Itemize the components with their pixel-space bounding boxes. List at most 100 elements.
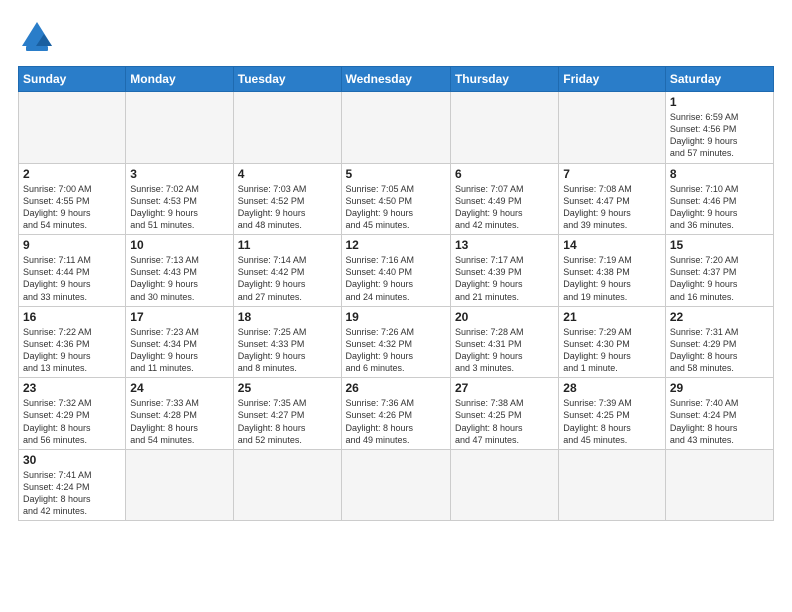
- day-number: 10: [130, 238, 228, 252]
- day-number: 15: [670, 238, 769, 252]
- calendar-cell: 22 Sunrise: 7:31 AM Sunset: 4:29 PM Dayli…: [665, 306, 773, 378]
- calendar-table: SundayMondayTuesdayWednesdayThursdayFrid…: [18, 66, 774, 521]
- day-info: Sunrise: 7:36 AM Sunset: 4:26 PM Dayligh…: [346, 397, 446, 446]
- day-info: Sunrise: 7:41 AM Sunset: 4:24 PM Dayligh…: [23, 469, 121, 518]
- calendar-cell: 24Sunrise: 7:33 AM Sunset: 4:28 PM Dayli…: [126, 378, 233, 450]
- calendar-cell: 9Sunrise: 7:11 AM Sunset: 4:44 PM Daylig…: [19, 235, 126, 307]
- calendar-cell: 17 Sunrise: 7:23 AM Sunset: 4:34 PM Dayli…: [126, 306, 233, 378]
- calendar-cell: 18Sunrise: 7:25 AM Sunset: 4:33 PM Dayli…: [233, 306, 341, 378]
- calendar-cell: 25 Sunrise: 7:35 AM Sunset: 4:27 PM Dayli…: [233, 378, 341, 450]
- day-number: 4: [238, 167, 337, 181]
- day-info: Sunrise: 7:10 AM Sunset: 4:46 PM Dayligh…: [670, 183, 769, 232]
- day-number: 17: [130, 310, 228, 324]
- day-number: 30: [23, 453, 121, 467]
- calendar-header-tuesday: Tuesday: [233, 67, 341, 92]
- day-info: Sunrise: 7:16 AM Sunset: 4:40 PM Dayligh…: [346, 254, 446, 303]
- day-number: 22: [670, 310, 769, 324]
- day-info: Sunrise: 7:05 AM Sunset: 4:50 PM Dayligh…: [346, 183, 446, 232]
- calendar-cell: [450, 449, 558, 521]
- day-number: 12: [346, 238, 446, 252]
- day-number: 29: [670, 381, 769, 395]
- day-info: Sunrise: 7:33 AM Sunset: 4:28 PM Dayligh…: [130, 397, 228, 446]
- day-number: 5: [346, 167, 446, 181]
- calendar-cell: 4 Sunrise: 7:03 AM Sunset: 4:52 PM Daylig…: [233, 163, 341, 235]
- day-info: Sunrise: 7:03 AM Sunset: 4:52 PM Dayligh…: [238, 183, 337, 232]
- calendar-week-row: 2Sunrise: 7:00 AM Sunset: 4:55 PM Daylig…: [19, 163, 774, 235]
- calendar-header-monday: Monday: [126, 67, 233, 92]
- day-info: Sunrise: 7:08 AM Sunset: 4:47 PM Dayligh…: [563, 183, 661, 232]
- calendar-cell: 26 Sunrise: 7:36 AM Sunset: 4:26 PM Dayli…: [341, 378, 450, 450]
- calendar-cell: 30 Sunrise: 7:41 AM Sunset: 4:24 PM Dayli…: [19, 449, 126, 521]
- logo: [18, 18, 60, 56]
- day-info: Sunrise: 7:19 AM Sunset: 4:38 PM Dayligh…: [563, 254, 661, 303]
- calendar-cell: 15 Sunrise: 7:20 AM Sunset: 4:37 PM Dayli…: [665, 235, 773, 307]
- calendar-cell: 19 Sunrise: 7:26 AM Sunset: 4:32 PM Dayli…: [341, 306, 450, 378]
- calendar-week-row: 23Sunrise: 7:32 AM Sunset: 4:29 PM Dayli…: [19, 378, 774, 450]
- day-number: 25: [238, 381, 337, 395]
- calendar-cell: 1 Sunrise: 6:59 AM Sunset: 4:56 PM Daylig…: [665, 92, 773, 164]
- page: SundayMondayTuesdayWednesdayThursdayFrid…: [0, 0, 792, 612]
- day-info: Sunrise: 7:35 AM Sunset: 4:27 PM Dayligh…: [238, 397, 337, 446]
- day-number: 26: [346, 381, 446, 395]
- day-info: Sunrise: 6:59 AM Sunset: 4:56 PM Dayligh…: [670, 111, 769, 160]
- calendar-header-row: SundayMondayTuesdayWednesdayThursdayFrid…: [19, 67, 774, 92]
- day-number: 28: [563, 381, 661, 395]
- header: [18, 18, 774, 56]
- calendar-cell: [233, 449, 341, 521]
- calendar-cell: [126, 449, 233, 521]
- day-info: Sunrise: 7:26 AM Sunset: 4:32 PM Dayligh…: [346, 326, 446, 375]
- calendar-cell: 29Sunrise: 7:40 AM Sunset: 4:24 PM Dayli…: [665, 378, 773, 450]
- day-info: Sunrise: 7:28 AM Sunset: 4:31 PM Dayligh…: [455, 326, 554, 375]
- day-info: Sunrise: 7:23 AM Sunset: 4:34 PM Dayligh…: [130, 326, 228, 375]
- day-number: 3: [130, 167, 228, 181]
- calendar-week-row: 16Sunrise: 7:22 AM Sunset: 4:36 PM Dayli…: [19, 306, 774, 378]
- logo-icon: [18, 18, 56, 56]
- calendar-week-row: 1 Sunrise: 6:59 AM Sunset: 4:56 PM Daylig…: [19, 92, 774, 164]
- calendar-cell: 11 Sunrise: 7:14 AM Sunset: 4:42 PM Dayli…: [233, 235, 341, 307]
- day-number: 7: [563, 167, 661, 181]
- calendar-cell: 13 Sunrise: 7:17 AM Sunset: 4:39 PM Dayli…: [450, 235, 558, 307]
- day-number: 20: [455, 310, 554, 324]
- calendar-header-thursday: Thursday: [450, 67, 558, 92]
- calendar-week-row: 30 Sunrise: 7:41 AM Sunset: 4:24 PM Dayli…: [19, 449, 774, 521]
- day-info: Sunrise: 7:20 AM Sunset: 4:37 PM Dayligh…: [670, 254, 769, 303]
- day-number: 11: [238, 238, 337, 252]
- day-number: 2: [23, 167, 121, 181]
- day-number: 23: [23, 381, 121, 395]
- calendar-header-wednesday: Wednesday: [341, 67, 450, 92]
- calendar-cell: 7 Sunrise: 7:08 AM Sunset: 4:47 PM Daylig…: [559, 163, 666, 235]
- calendar-cell: 16Sunrise: 7:22 AM Sunset: 4:36 PM Dayli…: [19, 306, 126, 378]
- calendar-cell: 14Sunrise: 7:19 AM Sunset: 4:38 PM Dayli…: [559, 235, 666, 307]
- calendar-header-saturday: Saturday: [665, 67, 773, 92]
- day-info: Sunrise: 7:29 AM Sunset: 4:30 PM Dayligh…: [563, 326, 661, 375]
- day-number: 8: [670, 167, 769, 181]
- calendar-week-row: 9Sunrise: 7:11 AM Sunset: 4:44 PM Daylig…: [19, 235, 774, 307]
- day-number: 13: [455, 238, 554, 252]
- calendar-cell: [19, 92, 126, 164]
- day-info: Sunrise: 7:17 AM Sunset: 4:39 PM Dayligh…: [455, 254, 554, 303]
- day-number: 1: [670, 95, 769, 109]
- day-info: Sunrise: 7:11 AM Sunset: 4:44 PM Dayligh…: [23, 254, 121, 303]
- calendar-cell: 10 Sunrise: 7:13 AM Sunset: 4:43 PM Dayli…: [126, 235, 233, 307]
- day-info: Sunrise: 7:25 AM Sunset: 4:33 PM Dayligh…: [238, 326, 337, 375]
- day-number: 19: [346, 310, 446, 324]
- calendar-cell: [450, 92, 558, 164]
- calendar-cell: 6Sunrise: 7:07 AM Sunset: 4:49 PM Daylig…: [450, 163, 558, 235]
- calendar-cell: 20 Sunrise: 7:28 AM Sunset: 4:31 PM Dayli…: [450, 306, 558, 378]
- day-number: 16: [23, 310, 121, 324]
- day-info: Sunrise: 7:31 AM Sunset: 4:29 PM Dayligh…: [670, 326, 769, 375]
- calendar-header-sunday: Sunday: [19, 67, 126, 92]
- day-info: Sunrise: 7:13 AM Sunset: 4:43 PM Dayligh…: [130, 254, 228, 303]
- calendar-cell: [341, 92, 450, 164]
- day-number: 27: [455, 381, 554, 395]
- day-info: Sunrise: 7:39 AM Sunset: 4:25 PM Dayligh…: [563, 397, 661, 446]
- calendar-cell: [559, 449, 666, 521]
- calendar-cell: 28 Sunrise: 7:39 AM Sunset: 4:25 PM Dayli…: [559, 378, 666, 450]
- calendar-cell: 27Sunrise: 7:38 AM Sunset: 4:25 PM Dayli…: [450, 378, 558, 450]
- calendar-cell: [665, 449, 773, 521]
- calendar-cell: 3 Sunrise: 7:02 AM Sunset: 4:53 PM Daylig…: [126, 163, 233, 235]
- calendar-cell: 12 Sunrise: 7:16 AM Sunset: 4:40 PM Dayli…: [341, 235, 450, 307]
- day-info: Sunrise: 7:14 AM Sunset: 4:42 PM Dayligh…: [238, 254, 337, 303]
- day-info: Sunrise: 7:02 AM Sunset: 4:53 PM Dayligh…: [130, 183, 228, 232]
- calendar-cell: 21Sunrise: 7:29 AM Sunset: 4:30 PM Dayli…: [559, 306, 666, 378]
